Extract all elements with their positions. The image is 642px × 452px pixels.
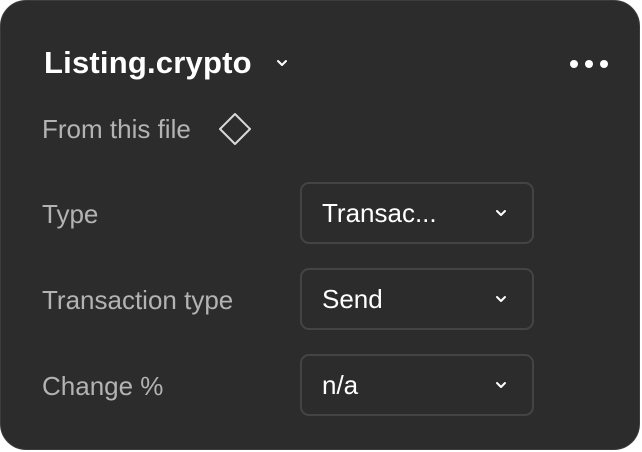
component-name-dropdown[interactable]: Listing.crypto	[44, 39, 290, 87]
component-diamond-icon[interactable]	[217, 111, 253, 147]
chevron-down-icon	[496, 210, 506, 216]
chevron-down-icon	[496, 296, 506, 302]
transaction-type-label: Transaction type	[42, 285, 234, 315]
component-name: Listing.crypto	[44, 45, 252, 80]
source-label: From this file	[42, 113, 191, 144]
chevron-down-icon	[496, 382, 506, 388]
more-options-button[interactable]	[563, 49, 615, 79]
component-source: From this file	[42, 107, 253, 151]
more-horizontal-icon	[570, 60, 608, 68]
type-select-value: Transac...	[322, 198, 437, 228]
component-properties-panel: Listing.crypto From this file Type Trans…	[0, 0, 640, 450]
change-percent-select[interactable]: n/a	[300, 354, 534, 416]
type-select[interactable]: Transac...	[300, 182, 534, 244]
type-label: Type	[42, 199, 99, 229]
change-percent-select-value: n/a	[322, 370, 359, 400]
chevron-down-icon	[276, 60, 287, 66]
transaction-type-select-value: Send	[322, 284, 383, 314]
transaction-type-select[interactable]: Send	[300, 268, 534, 330]
change-percent-label: Change %	[42, 371, 164, 401]
